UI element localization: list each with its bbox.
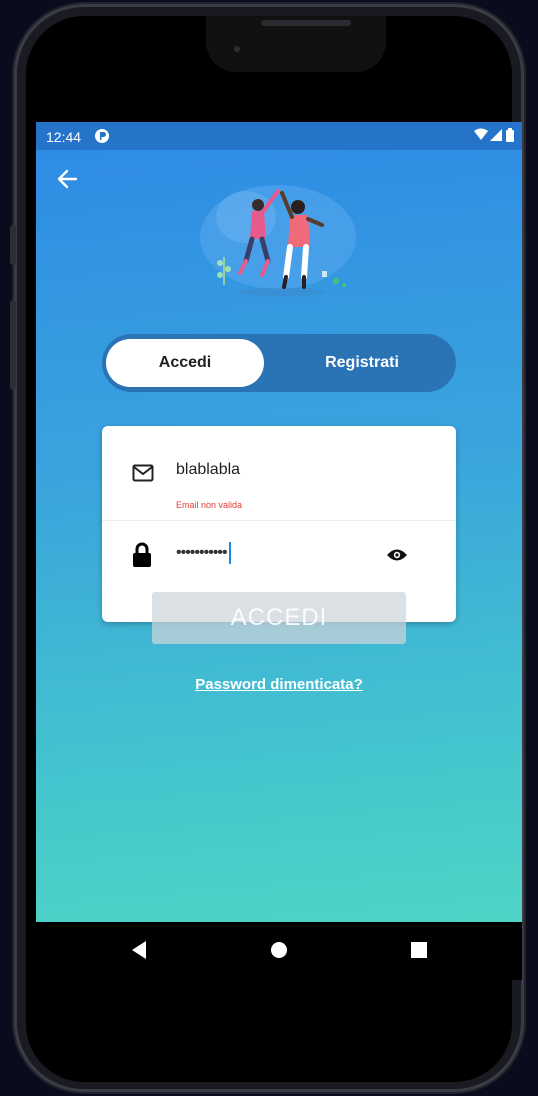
wifi-icon — [474, 128, 488, 145]
circle-home-icon[interactable] — [269, 940, 289, 965]
app-notification-icon — [94, 128, 110, 147]
email-input-value[interactable]: blablabla — [176, 461, 240, 479]
field-divider — [102, 520, 456, 521]
mail-icon — [132, 464, 154, 487]
status-bar: 12:44 — [36, 122, 522, 150]
battery-icon — [506, 128, 514, 145]
square-recents-icon[interactable] — [410, 940, 428, 965]
lock-icon — [132, 542, 152, 573]
password-dots: ••••••••••• — [176, 544, 228, 562]
forgot-password-link[interactable]: Password dimenticata? — [36, 676, 522, 693]
email-error-message: Email non valida — [176, 500, 243, 510]
triangle-back-icon[interactable] — [130, 940, 148, 965]
login-button[interactable]: ACCEDI — [152, 592, 406, 644]
status-time: 12:44 — [46, 129, 82, 145]
tab-login[interactable]: Accedi — [106, 339, 264, 387]
speaker — [261, 20, 351, 26]
auth-mode-toggle: Accedi Registrati — [102, 334, 456, 392]
text-cursor — [228, 542, 231, 564]
notch — [206, 16, 386, 72]
tab-register[interactable]: Registrati — [272, 339, 452, 387]
signal-icon — [490, 128, 502, 145]
back-arrow-icon[interactable] — [56, 168, 78, 195]
volume-button — [10, 225, 16, 265]
front-camera — [234, 46, 240, 52]
eye-icon[interactable] — [386, 548, 408, 567]
power-button — [10, 300, 16, 390]
android-nav-bar — [36, 922, 522, 980]
app-screen: 12:44 Accedi Registrati blablabla Email … — [36, 122, 522, 922]
high-five-illustration — [186, 177, 366, 307]
password-input-value[interactable]: ••••••••••• — [176, 542, 231, 564]
